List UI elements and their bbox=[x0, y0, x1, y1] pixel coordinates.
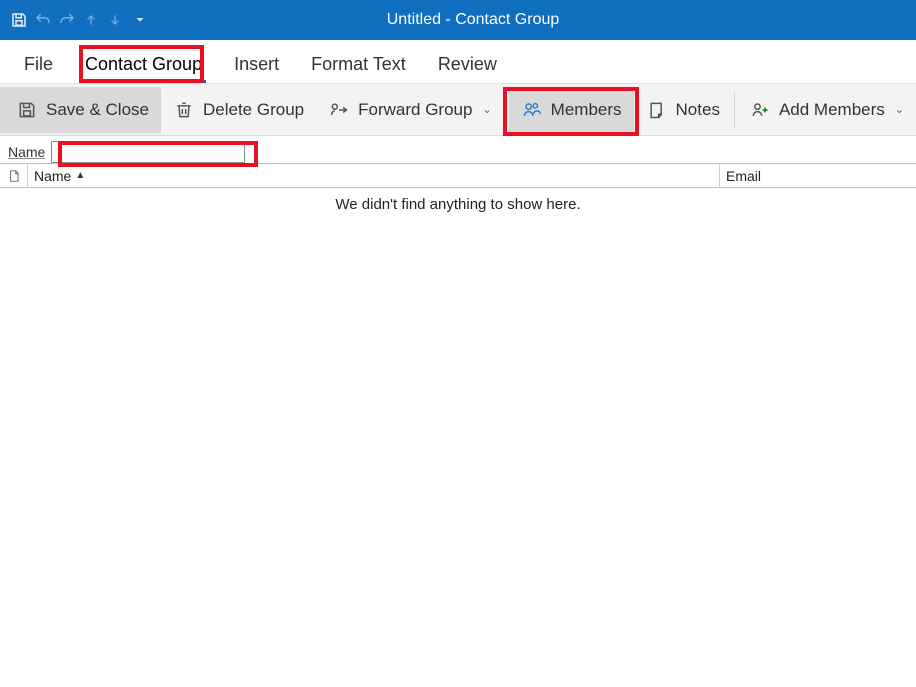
down-arrow-icon[interactable] bbox=[106, 11, 124, 29]
undo-icon[interactable] bbox=[34, 11, 52, 29]
tab-label: Review bbox=[438, 54, 497, 74]
forward-group-button[interactable]: Forward Group ⌄ bbox=[316, 87, 504, 133]
redo-icon[interactable] bbox=[58, 11, 76, 29]
title-bar: ⏷ Untitled - Contact Group bbox=[0, 0, 916, 40]
tab-insert[interactable]: Insert bbox=[220, 44, 293, 83]
button-label: Members bbox=[551, 100, 622, 120]
button-label: Notes bbox=[676, 100, 720, 120]
members-button[interactable]: Members bbox=[509, 87, 634, 133]
tab-label: Insert bbox=[234, 54, 279, 74]
header-name-column[interactable]: Name ▲ bbox=[28, 164, 720, 187]
group-name-input[interactable] bbox=[54, 144, 242, 160]
button-label: Forward Group bbox=[358, 100, 472, 120]
tab-review[interactable]: Review bbox=[424, 44, 511, 83]
button-label: Add Members bbox=[779, 100, 885, 120]
page-icon bbox=[7, 168, 21, 184]
ribbon: Save & Close Delete Group Forward Group … bbox=[0, 84, 916, 136]
sort-asc-icon: ▲ bbox=[75, 170, 85, 181]
tab-label: Format Text bbox=[311, 54, 406, 74]
trash-icon bbox=[173, 99, 195, 121]
button-label: Delete Group bbox=[203, 100, 304, 120]
tab-file[interactable]: File bbox=[10, 44, 67, 83]
header-icon-column[interactable] bbox=[0, 164, 28, 187]
empty-state-message: We didn't find anything to show here. bbox=[0, 188, 916, 213]
header-email-column[interactable]: Email bbox=[720, 164, 916, 187]
name-label: Name bbox=[8, 144, 45, 160]
notes-button[interactable]: Notes bbox=[634, 87, 732, 133]
ribbon-separator bbox=[734, 92, 735, 128]
add-members-button[interactable]: Add Members ⌄ bbox=[737, 87, 916, 133]
save-icon bbox=[16, 99, 38, 121]
qat-customize-icon[interactable]: ⏷ bbox=[130, 15, 150, 26]
ribbon-tabs: File Contact Group Insert Format Text Re… bbox=[0, 40, 916, 84]
people-icon bbox=[521, 99, 543, 121]
save-close-button[interactable]: Save & Close bbox=[0, 87, 161, 133]
add-person-icon bbox=[749, 99, 771, 121]
save-icon[interactable] bbox=[10, 11, 28, 29]
forward-icon bbox=[328, 99, 350, 121]
tab-label: Contact Group bbox=[85, 54, 202, 74]
ribbon-separator bbox=[506, 92, 507, 128]
chevron-down-icon: ⌄ bbox=[893, 103, 904, 116]
group-name-row: Name bbox=[0, 136, 916, 164]
tab-contact-group[interactable]: Contact Group bbox=[71, 44, 216, 83]
chevron-down-icon: ⌄ bbox=[480, 103, 491, 116]
notes-icon bbox=[646, 99, 668, 121]
button-label: Save & Close bbox=[46, 100, 149, 120]
column-label: Name bbox=[34, 168, 71, 184]
column-label: Email bbox=[726, 168, 761, 184]
delete-group-button[interactable]: Delete Group bbox=[161, 87, 316, 133]
group-name-input-wrap[interactable] bbox=[51, 141, 245, 163]
up-arrow-icon[interactable] bbox=[82, 11, 100, 29]
tab-label: File bbox=[24, 54, 53, 74]
tab-format-text[interactable]: Format Text bbox=[297, 44, 420, 83]
members-list-header: Name ▲ Email bbox=[0, 164, 916, 188]
window-title: Untitled - Contact Group bbox=[150, 11, 796, 29]
